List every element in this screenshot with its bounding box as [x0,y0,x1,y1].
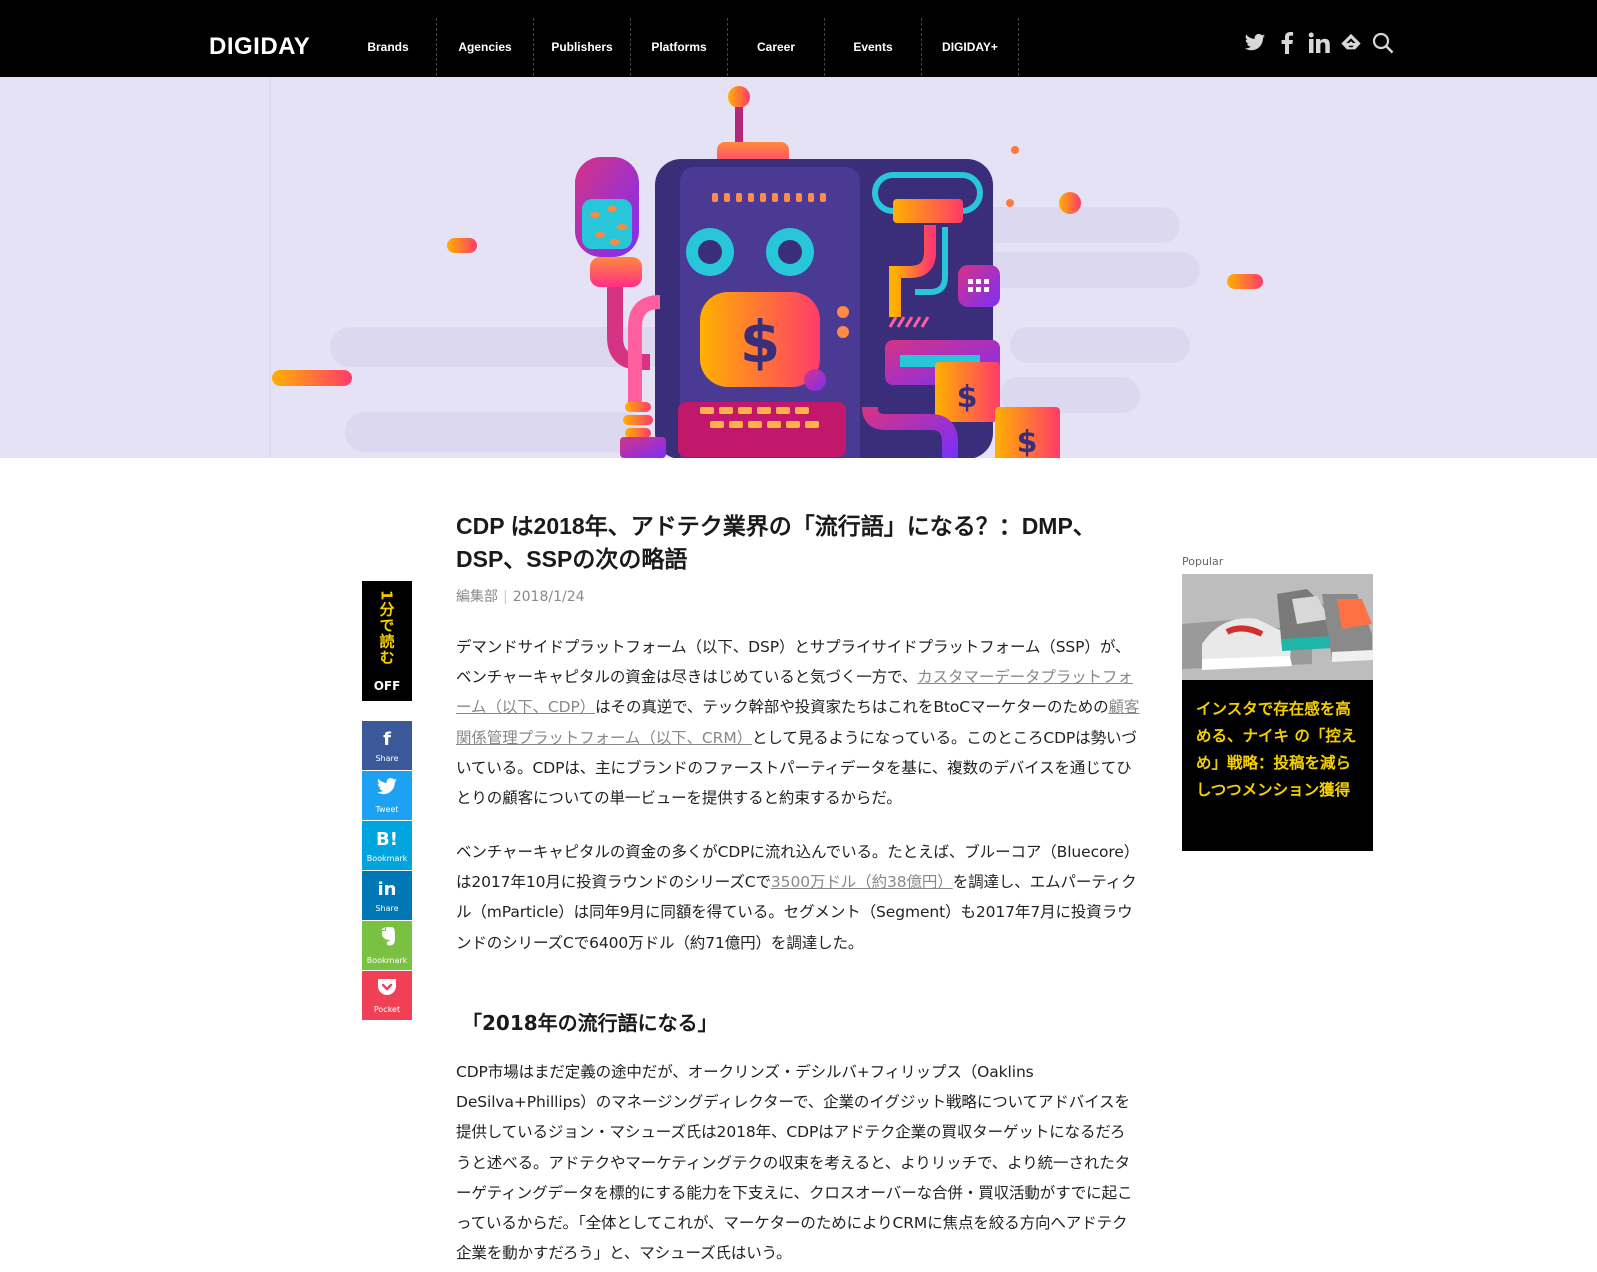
nav-item-digiday-plus[interactable]: DIGIDAY+ [922,18,1019,76]
hatena-bookmark-button[interactable]: B! Bookmark [362,821,412,870]
facebook-icon: f [383,728,391,750]
main-nav: Brands Agencies Publishers Platforms Car… [340,18,1019,76]
popular-article-image [1182,574,1373,680]
tweet-label: Tweet [375,804,399,814]
read-toggle-state: OFF [373,679,401,693]
linkedin-share-button[interactable]: in Share [362,871,412,920]
paragraph-text: はその真逆で、テック幹部や投資家たちはこれをBtoCマーケターのための [595,698,1109,717]
sneakers-image [1182,574,1373,680]
section-heading: 「2018年の流行語になる」 [462,1011,718,1035]
article-paragraph-1: デマンドサイドプラットフォーム（以下、DSP）とサプライサイドプラットフォーム（… [456,632,1140,813]
popular-article-card[interactable]: インスタで存在感を高める、ナイキ の「控えめ」戦略：投稿を減らしつつメンション獲… [1182,574,1373,851]
bookmark-label: Bookmark [366,853,408,863]
search-icon[interactable] [1372,32,1394,54]
article-date: 2018/1/24 [512,589,585,605]
article-title: CDP は2018年、アドテク業界の「流行語」になる？：DMP、DSP、SSPの… [456,513,1096,572]
share-label: Share [375,903,399,913]
hatena-icon: B! [376,828,398,850]
twitter-icon[interactable] [1244,32,1266,54]
digiday-logo[interactable]: DIGIDAY [209,33,310,61]
bookmark-label: Bookmark [366,955,408,965]
nav-item-events[interactable]: Events [825,18,922,76]
article-meta: 編集部 | 2018/1/24 [456,586,585,606]
one-minute-read-toggle[interactable]: 1分で読む OFF [362,581,412,701]
twitter-icon [376,777,398,802]
article-paragraph-3: CDP市場はまだ定義の途中だが、オークリンズ・デシルバ+フィリップス（Oakli… [456,1063,1133,1263]
facebook-share-button[interactable]: f Share [362,721,412,770]
nav-item-platforms[interactable]: Platforms [631,18,728,76]
linkedin-icon[interactable] [1308,32,1330,54]
meta-separator: | [503,589,508,605]
pocket-label: Pocket [373,1004,401,1014]
evernote-bookmark-button[interactable]: Bookmark [362,921,412,970]
pocket-save-button[interactable]: Pocket [362,971,412,1020]
feedly-icon[interactable] [1340,32,1362,54]
pocket-icon [377,978,397,1002]
article-author[interactable]: 編集部 [456,589,498,605]
svg-text:$: $ [740,308,780,376]
nav-item-brands[interactable]: Brands [340,18,437,76]
twitter-share-button[interactable]: Tweet [362,771,412,820]
read-toggle-label: 1分で読む [377,590,396,666]
evernote-icon [378,926,396,953]
hero-illustration: $ $ $ [0,77,1597,458]
svg-text:$: $ [1017,425,1038,458]
svg-text:$: $ [957,380,978,415]
article-paragraph-2: ベンチャーキャピタルの資金の多くがCDPに流れ込んでいる。たとえば、ブルーコア（… [456,837,1140,958]
robot-money-illustration: $ $ $ [269,77,1263,458]
facebook-icon[interactable] [1276,32,1298,54]
share-label: Share [375,753,399,763]
funding-link[interactable]: 3500万ドル（約38億円） [771,873,953,891]
nav-item-agencies[interactable]: Agencies [437,18,534,76]
header-social-links [1244,32,1394,54]
popular-article-title[interactable]: インスタで存在感を高める、ナイキ の「控えめ」戦略：投稿を減らしつつメンション獲… [1182,680,1373,804]
nav-item-publishers[interactable]: Publishers [534,18,631,76]
linkedin-icon: in [377,878,397,900]
top-navigation-bar: DIGIDAY Brands Agencies Publishers Platf… [0,0,1597,77]
nav-item-career[interactable]: Career [728,18,825,76]
popular-label: Popular [1182,555,1224,568]
